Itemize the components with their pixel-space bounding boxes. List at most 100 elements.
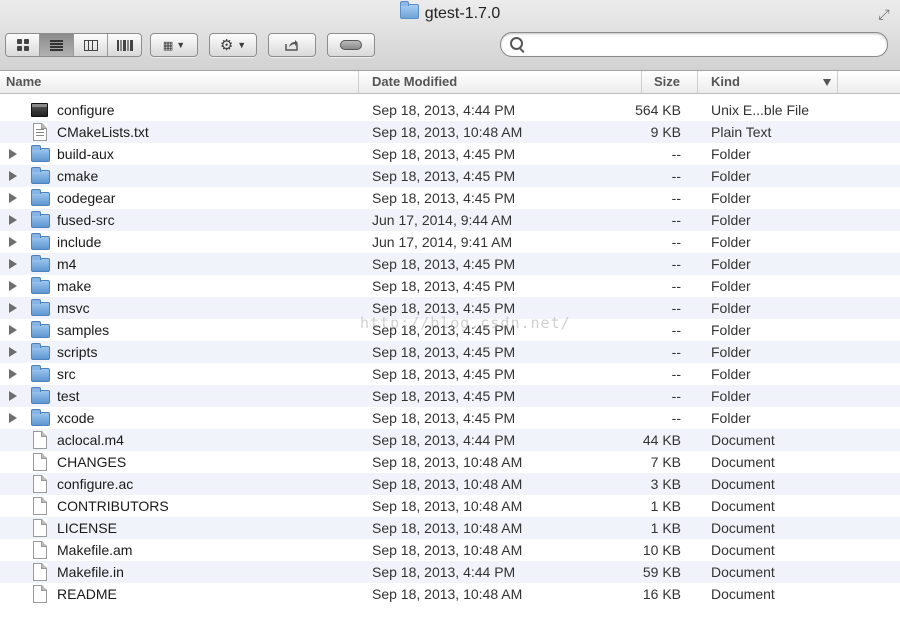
folder-icon [31,255,50,272]
file-icon-wrapper [31,585,49,603]
disclosure-triangle-icon[interactable] [9,149,17,159]
file-name: codegear [57,190,116,206]
disclosure-triangle-icon[interactable] [9,325,17,335]
column-view-button[interactable] [74,34,108,56]
table-row[interactable]: LICENSE Sep 18, 2013, 10:48 AM 1 KB Documen… [0,517,900,539]
file-name: build-aux [57,146,114,162]
table-row[interactable]: cmake Sep 18, 2013, 4:45 PM -- Folder [0,165,900,187]
table-row[interactable]: Makefile.am Sep 18, 2013, 10:48 AM 10 KB Do… [0,539,900,561]
table-row[interactable]: scripts Sep 18, 2013, 4:45 PM -- Folder [0,341,900,363]
disclosure-triangle-icon[interactable] [9,391,17,401]
window-title-text: gtest-1.7.0 [424,5,501,22]
table-row[interactable]: build-aux Sep 18, 2013, 4:45 PM -- Folder [0,143,900,165]
table-row[interactable]: README Sep 18, 2013, 10:48 AM 16 KB Documen… [0,583,900,605]
table-row[interactable]: CMakeLists.txt Sep 18, 2013, 10:48 AM 9 KB… [0,121,900,143]
file-icon-wrapper [31,101,49,119]
file-size: 44 KB [642,432,681,448]
column-size-header[interactable]: Size [600,71,698,93]
file-date-modified: Sep 18, 2013, 10:48 AM [372,586,523,602]
table-row[interactable]: m4 Sep 18, 2013, 4:45 PM -- Folder [0,253,900,275]
folder-icon [31,167,50,184]
file-size: -- [671,300,681,316]
disclosure-triangle-icon[interactable] [9,171,17,181]
file-icon-wrapper [31,299,50,317]
file-name: test [57,388,80,404]
file-size: -- [671,168,681,184]
disclosure-triangle-icon[interactable] [9,413,17,423]
file-name: aclocal.m4 [57,432,124,448]
file-date-modified: Sep 18, 2013, 4:45 PM [372,278,516,294]
file-name: configure.ac [57,476,134,492]
file-icon-wrapper [31,387,50,405]
disclosure-triangle-icon[interactable] [9,369,17,379]
table-row[interactable]: codegear Sep 18, 2013, 4:45 PM -- Folder [0,187,900,209]
file-size: -- [671,278,681,294]
file-size: 564 KB [635,102,681,118]
column-kind-header[interactable]: Kind [698,71,838,93]
table-row[interactable]: configure.ac Sep 18, 2013, 10:48 AM 3 KB Do… [0,473,900,495]
search-input[interactable] [527,35,881,54]
toolbar: gtest-1.7.0 ⤢ ▦ ▼ ⚙ ▼ [0,0,900,71]
table-row[interactable]: include Jun 17, 2014, 9:41 AM -- Folder [0,231,900,253]
tag-button[interactable] [327,33,375,57]
table-row[interactable]: test Sep 18, 2013, 4:45 PM -- Folder [0,385,900,407]
folder-icon [31,365,50,382]
file-name: scripts [57,344,98,360]
table-row[interactable]: CONTRIBUTORS Sep 18, 2013, 10:48 AM 1 KB Do… [0,495,900,517]
coverflow-view-button[interactable] [108,34,141,56]
file-size: 1 KB [650,520,681,536]
disclosure-triangle-icon[interactable] [9,347,17,357]
table-row[interactable]: make Sep 18, 2013, 4:45 PM -- Folder [0,275,900,297]
disclosure-triangle-icon[interactable] [9,237,17,247]
file-size: 1 KB [650,498,681,514]
chevron-down-icon: ▼ [237,40,247,50]
disclosure-triangle-icon[interactable] [9,281,17,291]
fullscreen-icon[interactable]: ⤢ [876,6,892,22]
file-date-modified: Sep 18, 2013, 4:44 PM [372,564,516,580]
file-date-modified: Sep 18, 2013, 4:44 PM [372,102,516,118]
file-date-modified: Sep 18, 2013, 4:45 PM [372,410,516,426]
file-kind: Folder [711,256,751,272]
file-kind: Folder [711,322,751,338]
file-size: -- [671,366,681,382]
file-icon-wrapper [31,497,49,515]
table-row[interactable]: Makefile.in Sep 18, 2013, 4:44 PM 59 KB Doc… [0,561,900,583]
disclosure-triangle-icon[interactable] [9,215,17,225]
column-name-header[interactable]: Name [0,71,359,93]
arrange-button[interactable]: ▦ ▼ [150,33,198,57]
column-kind-label: Kind [711,74,740,89]
disclosure-triangle-icon[interactable] [9,193,17,203]
file-icon-wrapper [31,453,49,471]
file-kind: Folder [711,388,751,404]
share-button[interactable] [268,33,316,57]
file-size: -- [671,256,681,272]
file-name: Makefile.am [57,542,133,558]
file-icon-wrapper [31,409,50,427]
file-name: fused-src [57,212,115,228]
table-row[interactable]: fused-src Jun 17, 2014, 9:44 AM -- Folder [0,209,900,231]
share-icon [285,39,298,51]
disclosure-triangle-icon[interactable] [9,303,17,313]
folder-icon [31,321,50,338]
file-kind: Folder [711,212,751,228]
icon-view-button[interactable] [6,34,40,56]
table-row[interactable]: msvc Sep 18, 2013, 4:45 PM -- Folder [0,297,900,319]
table-row[interactable]: xcode Sep 18, 2013, 4:45 PM -- Folder [0,407,900,429]
table-row[interactable]: CHANGES Sep 18, 2013, 10:48 AM 7 KB Documen… [0,451,900,473]
file-icon-wrapper [31,167,50,185]
table-row[interactable]: src Sep 18, 2013, 4:45 PM -- Folder [0,363,900,385]
file-name: msvc [57,300,90,316]
disclosure-triangle-icon[interactable] [9,259,17,269]
file-icon-wrapper [31,431,49,449]
table-row[interactable]: samples Sep 18, 2013, 4:45 PM -- Folder [0,319,900,341]
file-kind: Folder [711,300,751,316]
file-icon-wrapper [31,277,50,295]
table-row[interactable]: aclocal.m4 Sep 18, 2013, 4:44 PM 44 KB Docu… [0,429,900,451]
action-button[interactable]: ⚙ ▼ [209,33,257,57]
table-row[interactable]: configure Sep 18, 2013, 4:44 PM 564 KB Unix… [0,99,900,121]
tag-icon [340,40,362,50]
list-view-button[interactable] [40,34,74,56]
file-kind: Document [711,586,775,602]
search-field[interactable] [500,32,888,57]
file-kind: Folder [711,366,751,382]
